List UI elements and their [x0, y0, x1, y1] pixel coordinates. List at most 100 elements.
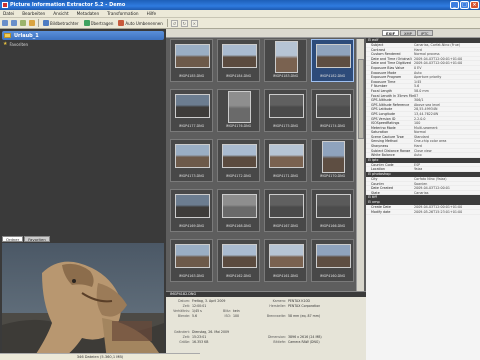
thumbnail-item[interactable]: IMGP4175.DNG: [264, 89, 307, 132]
thumbnail-caption: IMGP4172.DNG: [225, 174, 252, 178]
thumbnail-image: [222, 44, 257, 68]
info-bittiefe: Bittiefe: Camera RAW (DNG): [264, 340, 319, 344]
menu-bearbeiten[interactable]: Bearbeiten: [22, 11, 45, 16]
transfer-icon: [83, 20, 90, 26]
metadata-row[interactable]: Modify date 2009-05-26T15:23:01+01:00: [366, 210, 480, 215]
thumbnail-image: [175, 44, 210, 68]
forward-icon[interactable]: [11, 20, 17, 26]
thumbnail-caption: IMGP4169.DNG: [178, 224, 205, 228]
thumbnail-caption: IMGP4182.DNG: [319, 74, 346, 78]
thumbnail-item[interactable]: IMGP4171.DNG: [264, 139, 307, 182]
metadata-value: 28,55.49934N: [414, 107, 438, 111]
thumbnail-item[interactable]: IMGP4167.DNG: [264, 189, 307, 232]
thumbnail-item[interactable]: IMGP4163.DNG: [170, 239, 213, 282]
thumbnail-image: [175, 194, 210, 218]
menu-datei[interactable]: Datei: [3, 11, 14, 16]
auto-rename-button[interactable]: Auto Umbenennen: [117, 19, 163, 27]
info-label: ISO:: [224, 314, 232, 318]
thumbnail-item[interactable]: IMGP4169.DNG: [170, 189, 213, 232]
close-button[interactable]: ×: [470, 1, 479, 9]
info-value: 100: [233, 314, 240, 318]
metadata-key: Focal Length In 35mm Film: [371, 93, 414, 98]
thumbnail-item[interactable]: IMGP4173.DNG: [170, 139, 213, 182]
thumbnail-item[interactable]: IMGP4170.DNG: [311, 139, 354, 182]
metadata-value: Normal process: [414, 52, 440, 56]
tab-favoriten[interactable]: Favoriten: [24, 236, 50, 242]
refresh-icon[interactable]: [20, 20, 26, 26]
maximize-button[interactable]: □: [460, 1, 469, 9]
thumbnail-item[interactable]: IMGP4160.DNG: [311, 239, 354, 282]
back-icon[interactable]: [2, 20, 8, 26]
metadata-key: F Number: [371, 84, 388, 88]
metadata-value: Hard: [414, 144, 422, 148]
folder-name: Urlaub_1: [14, 32, 39, 39]
info-label: Blende:: [177, 314, 190, 318]
thumbnail-item[interactable]: IMGP4174.DNG: [311, 89, 354, 132]
thumbnail-item[interactable]: IMGP4161.DNG: [264, 239, 307, 282]
thumbnail-image: [222, 144, 257, 168]
thumbnail-item[interactable]: IMGP4176.DNG: [217, 89, 260, 132]
metadata-key: White Balance: [371, 153, 395, 157]
rotate-right-icon[interactable]: ↻: [180, 19, 188, 27]
menu-metadaten[interactable]: Metadaten: [77, 11, 100, 16]
metadata-value: 87: [414, 93, 419, 98]
app-icon: [2, 2, 8, 8]
minimize-button[interactable]: _: [450, 1, 459, 9]
folder-up-icon[interactable]: [29, 20, 35, 26]
thumbnail-item[interactable]: IMGP4166.DNG: [311, 189, 354, 232]
thumbnail-image: [316, 44, 351, 68]
thumbnail-item[interactable]: IMGP4177.DNG: [170, 89, 213, 132]
metadata-key: Exposure Bias Value: [371, 65, 405, 70]
favorites-label: Favoriten: [9, 41, 29, 47]
info-value: PENTAX Corporation: [288, 304, 321, 308]
menu-hilfe[interactable]: Hilfe: [147, 11, 157, 16]
metadata-key: Contrast: [371, 47, 386, 52]
camel-preview-image: [2, 243, 164, 360]
menu-ansicht[interactable]: Ansicht: [53, 11, 68, 16]
thumbnail-caption: IMGP4183.DNG: [272, 74, 299, 78]
metadata-value: Standard: [414, 134, 429, 139]
thumbnail-item[interactable]: IMGP4168.DNG: [217, 189, 260, 232]
thumbnail-caption: IMGP4167.DNG: [272, 224, 299, 228]
thumbnail-item[interactable]: IMGP4182.DNG: [311, 39, 354, 82]
delete-icon[interactable]: ×: [190, 19, 198, 27]
metadata-key: GPS Version ID: [371, 116, 396, 121]
metadata-value: Multi-segment: [414, 125, 438, 130]
image-icon: [43, 20, 49, 26]
thumbnail-item[interactable]: IMGP4162.DNG: [217, 239, 260, 282]
metadata-value: 306/1: [414, 98, 424, 102]
thumbnail-caption: IMGP4170.DNG: [319, 174, 346, 178]
menu-transformation[interactable]: Transformation: [107, 11, 138, 16]
thumbnail-item[interactable]: IMGP4184.DNG: [217, 39, 260, 82]
info-label: Geändert:: [173, 330, 190, 334]
rotate-left-icon[interactable]: ↺: [170, 19, 178, 27]
thumbnail-item[interactable]: IMGP4172.DNG: [217, 139, 260, 182]
viewer-button[interactable]: Bildbetrachter: [42, 19, 80, 27]
thumbnail-caption: IMGP4184.DNG: [225, 74, 252, 78]
info-blitz: Blitz: kein: [221, 309, 240, 313]
tab-ordner[interactable]: Ordner: [2, 236, 24, 242]
thumbnail-scrollbar[interactable]: [356, 39, 364, 319]
toolbar: Bildbetrachter Übertragen Auto Umbenenne…: [0, 18, 480, 29]
thumbnail-caption: IMGP4160.DNG: [319, 274, 346, 278]
metadata-key: Metering Mode: [371, 125, 396, 130]
thumbnail-item[interactable]: IMGP4183.DNG: [264, 39, 307, 82]
info-value: kein: [233, 309, 240, 313]
transfer-button[interactable]: Übertragen: [83, 19, 115, 27]
tab-exif[interactable]: EXIF: [382, 30, 400, 36]
thumbnail-image: [269, 244, 304, 268]
metadata-key: Sensing Method: [371, 139, 398, 144]
metadata-key: GPS Altitude: [371, 98, 392, 102]
thumbnail-item[interactable]: IMGP4185.DNG: [170, 39, 213, 82]
info-label: Zeit:: [182, 304, 190, 308]
tab-xmp[interactable]: XMP: [400, 30, 416, 36]
scrollbar-thumb[interactable]: [358, 59, 364, 139]
favorites-item[interactable]: ★ Favoriten: [3, 41, 28, 47]
folder-item-selected[interactable]: Urlaub_1: [2, 31, 164, 40]
tab-iptc[interactable]: IPTC: [416, 30, 433, 36]
metadata-value: Above sea level: [414, 102, 441, 107]
title-bar: Picture Information Extractor 5.2 - Demo…: [0, 0, 480, 10]
info-label: Größe:: [179, 340, 190, 344]
metadata-value: 2009-04-03T12:00:01+01:00: [414, 56, 463, 61]
metadata-value: Canarias, Corfat-Nino (Frue): [414, 43, 461, 47]
